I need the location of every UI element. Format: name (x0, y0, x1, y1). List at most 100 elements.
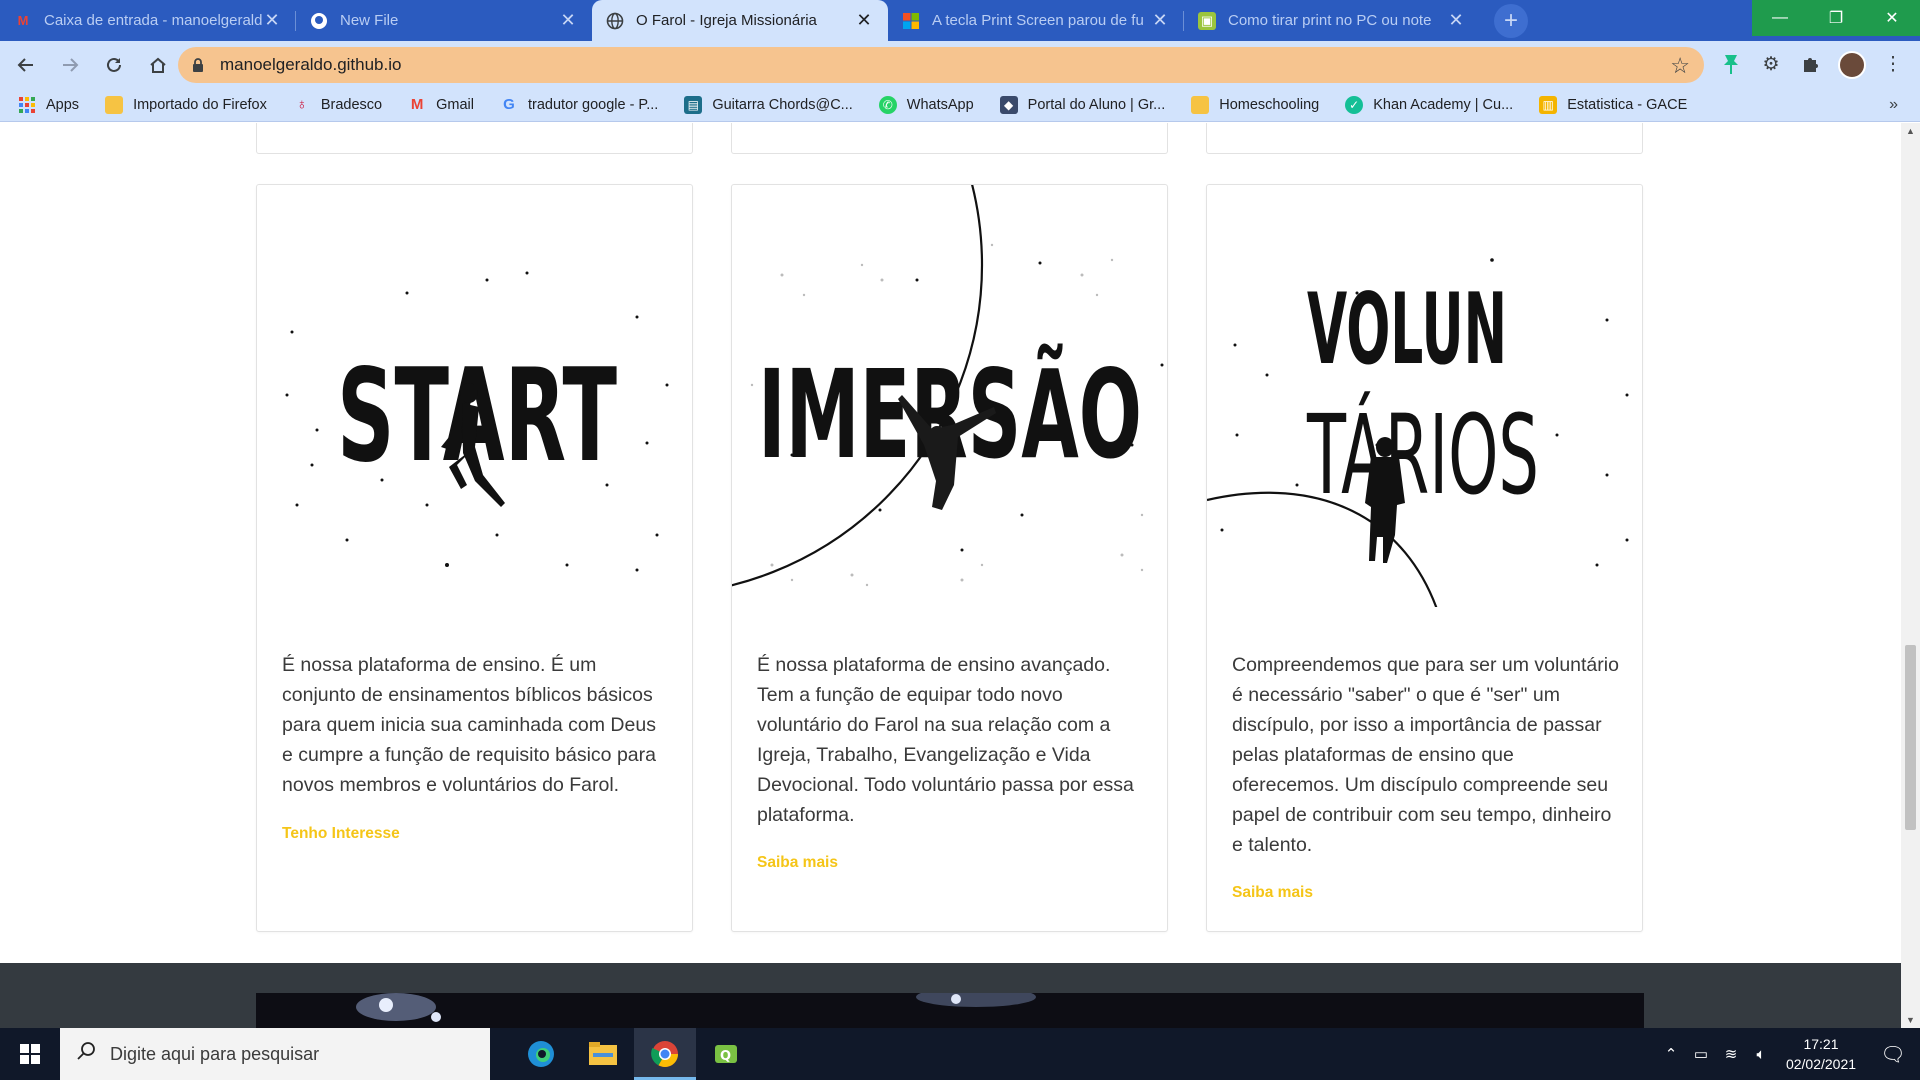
site-icon: ▣ (1198, 11, 1216, 30)
folder-icon (105, 95, 124, 114)
scrollbar-thumb[interactable] (1905, 645, 1916, 830)
notification-icon[interactable]: 🗨︎ (1866, 1042, 1920, 1067)
bookmark-khan[interactable]: ✓ Khan Academy | Cu... (1345, 95, 1513, 114)
menu-dots-icon[interactable]: ⋮ (1880, 51, 1906, 77)
tenho-interesse-link[interactable]: Tenho Interesse (282, 825, 400, 843)
microsoft-icon (902, 12, 920, 30)
bookmark-bradesco[interactable]: ♁ Bradesco (293, 96, 382, 114)
avatar[interactable] (1838, 51, 1866, 79)
reload-button[interactable] (96, 47, 132, 83)
bookmark-whatsapp[interactable]: ✆ WhatsApp (878, 95, 974, 114)
saiba-mais-link[interactable]: Saiba mais (1232, 884, 1313, 902)
restore-button[interactable]: ❐ (1808, 0, 1864, 36)
new-tab-button[interactable]: + (1494, 4, 1528, 38)
bookmark-label: Bradesco (320, 96, 383, 113)
taskbar-clock[interactable]: 17:21 02/02/2021 (1776, 1034, 1866, 1074)
previous-card-bottom (1206, 123, 1643, 154)
bookmark-label: tradutor google - P... (528, 96, 659, 113)
whatsapp-icon: ✆ (878, 95, 897, 114)
chevron-double-right-icon[interactable]: » (1889, 96, 1898, 114)
tab-print[interactable]: ▣ Como tirar print no PC ou note ✕ (1184, 0, 1480, 41)
portal-icon: ◆ (999, 95, 1018, 114)
taskbar-search[interactable]: Digite aqui para pesquisar (60, 1028, 490, 1080)
card-description: É nossa plataforma de ensino avançado. T… (757, 654, 1134, 826)
card-description: É nossa plataforma de ensino. É um conju… (282, 654, 656, 796)
card-imersao: IMERSÃO É nossa plataforma de ensino ava… (731, 184, 1168, 932)
clock-date: 02/02/2021 (1785, 1056, 1857, 1072)
previous-card-bottom (731, 123, 1168, 154)
close-icon[interactable]: ✕ (1446, 10, 1466, 31)
close-icon[interactable]: ✕ (1150, 10, 1170, 31)
scroll-up-icon[interactable]: ▲ (1906, 126, 1915, 136)
tab-microsoft[interactable]: A tecla Print Screen parou de fu ✕ (888, 0, 1184, 41)
volun-word: VOLUN (1307, 273, 1507, 387)
home-button[interactable] (140, 47, 176, 83)
taskbar-file-explorer[interactable] (572, 1028, 634, 1080)
url-text: manoelgeraldo.github.io (220, 55, 402, 74)
windows-logo-icon (20, 1044, 40, 1064)
page-scrollbar[interactable]: ▲ ▼ (1901, 123, 1920, 1028)
tab-github[interactable]: New File ✕ (296, 0, 592, 41)
tarios-word: TÁRIOS (1306, 390, 1539, 519)
tab-label: A tecla Print Screen parou de fu (932, 12, 1144, 29)
bookmark-firefox[interactable]: Importado do Firefox (105, 95, 267, 114)
minimize-button[interactable]: — (1752, 0, 1808, 36)
system-tray: ⌃ ▭ ≋ 🔈︎ 17:21 02/02/2021 🗨︎ (1656, 1028, 1920, 1080)
search-placeholder: Digite aqui para pesquisar (110, 1043, 320, 1064)
taskbar-app[interactable]: Q (696, 1028, 758, 1080)
taskbar-chrome[interactable] (634, 1028, 696, 1080)
bookmark-label: Portal do Aluno | Gr... (1027, 96, 1166, 113)
card-voluntarios-artwork: VOLUN TÁRIOS (1207, 185, 1642, 607)
close-icon[interactable]: ✕ (262, 10, 282, 31)
taskbar-edge[interactable] (510, 1028, 572, 1080)
edge-icon (528, 1041, 554, 1067)
home-icon (150, 57, 166, 73)
wifi-icon[interactable]: ≋ (1716, 1045, 1746, 1063)
tab-gmail[interactable]: M Caixa de entrada - manoelgeraldo ✕ (0, 0, 296, 41)
bookmark-label: Estatistica - GACE (1567, 96, 1688, 113)
guitar-icon: ▤ (684, 95, 703, 114)
app-icon: Q (715, 1045, 737, 1064)
close-window-button[interactable]: ✕ (1864, 0, 1920, 36)
chevron-up-icon[interactable]: ⌃ (1656, 1045, 1686, 1063)
tab-label: Caixa de entrada - manoelgeraldo (44, 12, 262, 29)
bookmark-guitar[interactable]: ▤ Guitarra Chords@C... (684, 95, 853, 114)
globe-icon (606, 12, 624, 30)
extensions-puzzle-icon[interactable] (1798, 51, 1824, 77)
scroll-down-icon[interactable]: ▼ (1906, 1015, 1915, 1025)
battery-icon[interactable]: ▭ (1686, 1045, 1716, 1063)
close-icon[interactable]: ✕ (854, 10, 874, 31)
bookmark-label: Guitarra Chords@C... (712, 96, 853, 113)
tab-o-farol[interactable]: O Farol - Igreja Missionária ✕ (592, 0, 888, 41)
extension-pin-icon[interactable] (1718, 51, 1744, 77)
bookmark-apps[interactable]: Apps (18, 96, 79, 114)
saiba-mais-link[interactable]: Saiba mais (757, 854, 838, 872)
close-icon[interactable]: ✕ (558, 10, 578, 31)
browser-toolbar: manoelgeraldo.github.io ☆ ⚙ ⋮ (0, 41, 1920, 88)
voluntarios-illustration: VOLUN TÁRIOS (1207, 258, 1629, 607)
address-bar[interactable]: manoelgeraldo.github.io ☆ (178, 47, 1704, 83)
gear-icon[interactable]: ⚙ (1758, 51, 1784, 77)
bookmark-homeschooling[interactable]: Homeschooling (1191, 95, 1320, 114)
previous-card-bottom (256, 123, 693, 154)
folder-icon (589, 1042, 617, 1065)
page-viewport: START É nossa plataforma de ensino. É um… (0, 123, 1901, 1028)
gmail-icon: M (410, 96, 424, 113)
google-icon: G (503, 96, 515, 113)
card-start: START É nossa plataforma de ensino. É um… (256, 184, 693, 932)
bookmark-label: Homeschooling (1219, 96, 1320, 113)
bookmark-star-icon[interactable]: ☆ (1670, 53, 1690, 79)
forward-arrow-icon (63, 57, 79, 72)
gmail-icon: M (17, 13, 29, 28)
speaker-icon[interactable]: 🔈︎ (1746, 1046, 1776, 1063)
back-button[interactable] (8, 47, 44, 83)
bookmark-estatistica[interactable]: ▥ Estatistica - GACE (1539, 95, 1688, 114)
start-button[interactable] (0, 1028, 60, 1080)
tab-label: O Farol - Igreja Missionária (636, 12, 817, 29)
card-description: Compreendemos que para ser um voluntário… (1232, 654, 1619, 856)
bookmark-translate[interactable]: G tradutor google - P... (500, 96, 658, 114)
bookmark-portal[interactable]: ◆ Portal do Aluno | Gr... (999, 95, 1166, 114)
forward-button[interactable] (52, 47, 88, 83)
start-illustration: START (285, 271, 669, 572)
bookmark-gmail[interactable]: M Gmail (408, 96, 474, 114)
